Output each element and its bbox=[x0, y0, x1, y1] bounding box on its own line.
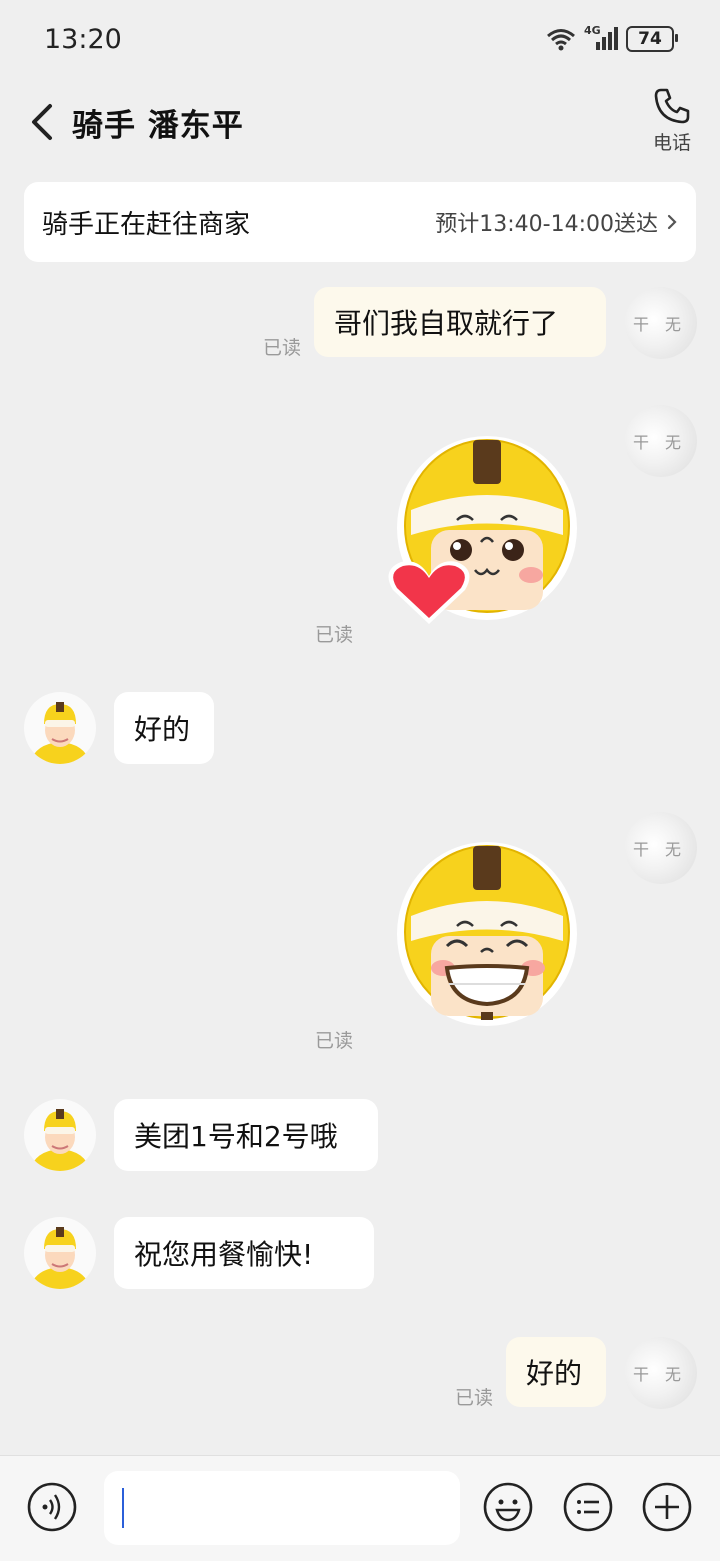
message-text: 美团1号和2号哦 bbox=[134, 1120, 338, 1153]
chevron-right-icon bbox=[667, 214, 677, 230]
my-avatar[interactable]: 干无 bbox=[625, 405, 697, 477]
signal-icon: 4G bbox=[584, 24, 618, 52]
my-message-bubble[interactable]: 好的 bbox=[506, 1337, 606, 1407]
message-text: 哥们我自取就行了 bbox=[334, 307, 559, 340]
battery-level: 74 bbox=[638, 29, 662, 49]
read-receipt: 已读 bbox=[263, 337, 302, 359]
my-avatar[interactable]: 干无 bbox=[625, 812, 697, 884]
my-avatar[interactable]: 干无 bbox=[625, 1337, 697, 1409]
text-cursor bbox=[122, 1488, 124, 1528]
rider-avatar[interactable] bbox=[24, 1217, 96, 1289]
emoji-icon[interactable] bbox=[482, 1481, 534, 1533]
plus-icon[interactable] bbox=[641, 1481, 693, 1533]
rider-message-bubble[interactable]: 美团1号和2号哦 bbox=[114, 1099, 378, 1171]
rider-mascot-grin-sticker[interactable] bbox=[385, 836, 585, 1036]
call-label: 电话 bbox=[652, 132, 691, 154]
rider-message-bubble[interactable]: 好的 bbox=[114, 692, 214, 764]
rider-message-bubble[interactable]: 祝您用餐愉快! bbox=[114, 1217, 374, 1289]
message-input[interactable] bbox=[104, 1471, 460, 1545]
delivery-status-text: 骑手正在赶往商家 bbox=[42, 209, 251, 240]
message-text: 祝您用餐愉快! bbox=[134, 1238, 314, 1271]
eta-text: 预计13:40-14:00送达 bbox=[435, 212, 658, 237]
message-text: 好的 bbox=[526, 1357, 583, 1390]
message-text: 好的 bbox=[134, 713, 191, 746]
phone-icon bbox=[654, 88, 690, 124]
my-message-bubble[interactable]: 哥们我自取就行了 bbox=[314, 287, 606, 357]
page-title: 骑手 潘东平 bbox=[72, 108, 244, 144]
status-time: 13:20 bbox=[44, 24, 122, 55]
read-receipt: 已读 bbox=[455, 1387, 494, 1409]
rider-avatar[interactable] bbox=[24, 1099, 96, 1171]
read-receipt: 已读 bbox=[315, 624, 354, 646]
eta-link[interactable]: 预计13:40-14:00送达 bbox=[435, 206, 678, 238]
read-receipt: 已读 bbox=[315, 1030, 354, 1052]
wifi-icon bbox=[547, 29, 575, 51]
voice-icon[interactable] bbox=[26, 1481, 78, 1533]
my-avatar[interactable]: 干无 bbox=[625, 287, 697, 359]
back-icon[interactable] bbox=[22, 100, 62, 144]
rider-avatar[interactable] bbox=[24, 692, 96, 764]
status-icons: 4G 74 bbox=[546, 24, 678, 52]
battery-icon: 74 bbox=[626, 26, 678, 52]
call-button[interactable]: 电话 bbox=[646, 86, 698, 155]
list-icon[interactable] bbox=[562, 1481, 614, 1533]
rider-mascot-heart-sticker[interactable] bbox=[385, 430, 585, 630]
delivery-status-banner[interactable]: 骑手正在赶往商家 预计13:40-14:00送达 bbox=[24, 182, 696, 262]
